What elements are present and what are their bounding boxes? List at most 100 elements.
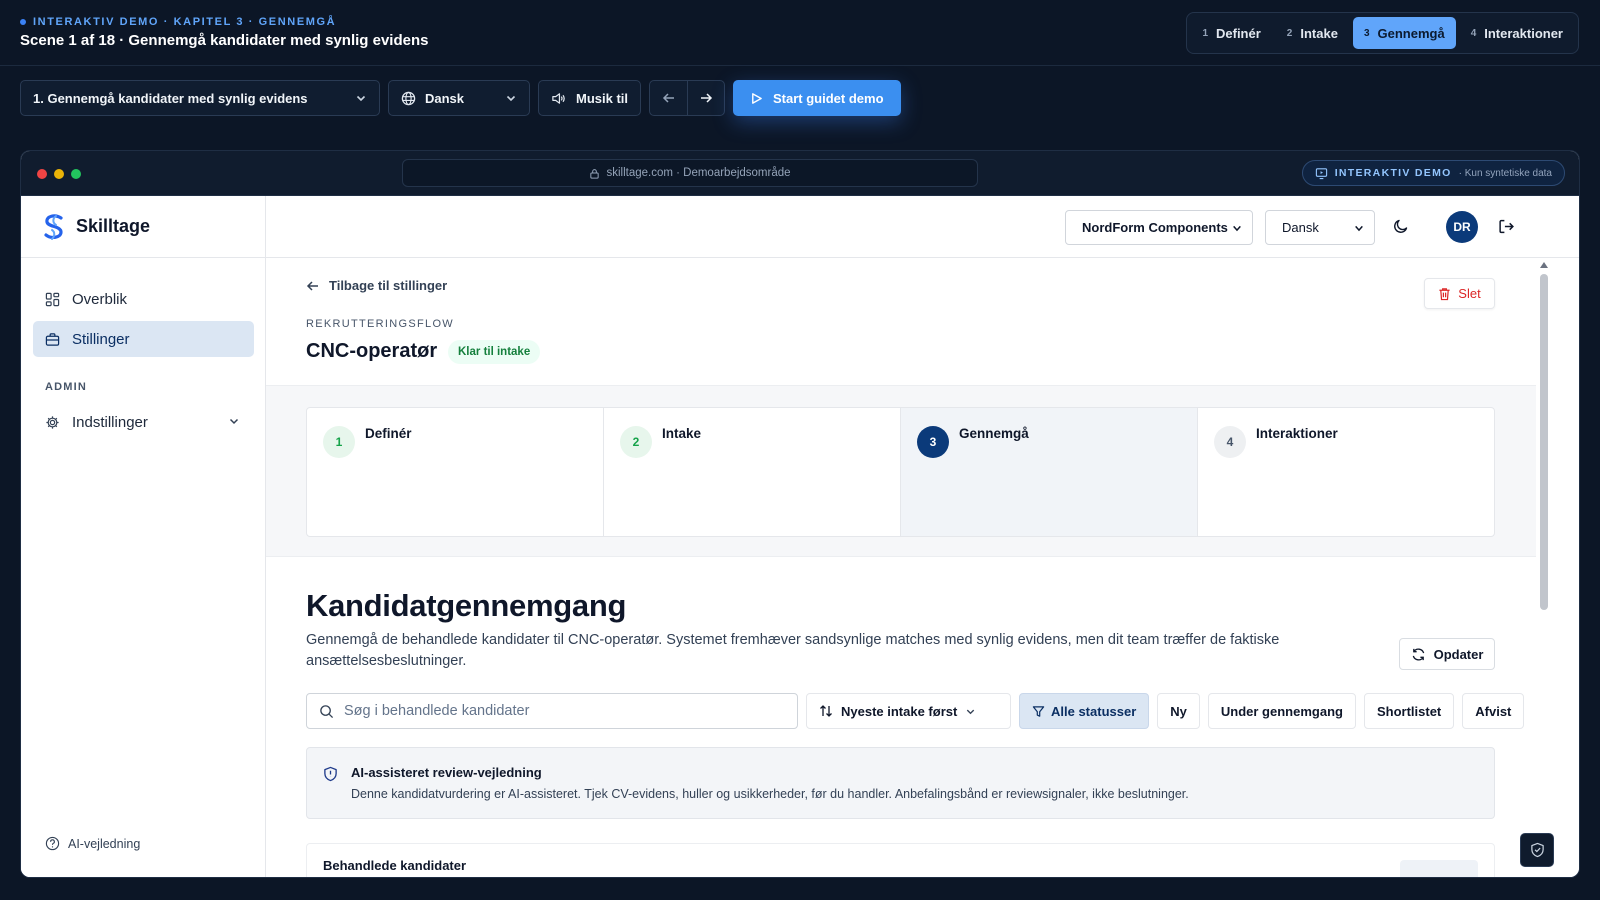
shield-check-icon — [1530, 842, 1544, 858]
chapter-tab-2[interactable]: 2 Intake — [1276, 17, 1349, 49]
ai-guide-link[interactable]: AI-vejledning — [45, 836, 140, 851]
trash-icon — [1439, 287, 1450, 300]
filter-new[interactable]: Ny — [1157, 693, 1200, 729]
status-badge: Klar til intake — [448, 340, 541, 364]
step-number: 2 — [620, 426, 652, 458]
step-number: 4 — [1214, 426, 1246, 458]
sidebar-item-overview[interactable]: Overblik — [33, 281, 254, 317]
organization-select[interactable]: NordForm Components — [1065, 210, 1253, 245]
step-interactions[interactable]: 4 Interaktioner — [1198, 408, 1494, 536]
browser-chrome: skilltage.com · Demoarbejdsområde INTERA… — [21, 151, 1579, 196]
logout-icon — [1499, 219, 1514, 234]
ai-guidance-title: AI-assisteret review-vejledning — [351, 765, 542, 780]
chapter-tab-1[interactable]: 1 Definér — [1191, 17, 1271, 49]
theme-toggle-button[interactable] — [1393, 218, 1409, 234]
ai-guidance-text: Denne kandidatvurdering er AI-assisteret… — [351, 787, 1189, 801]
refresh-button[interactable]: Opdater — [1399, 638, 1495, 670]
chevron-down-icon — [229, 418, 239, 425]
arrow-right-icon — [701, 93, 713, 103]
search-box — [306, 693, 798, 729]
step-label: Gennemgå — [959, 426, 1029, 441]
gear-icon — [46, 415, 59, 429]
sidebar-item-settings[interactable]: Indstillinger — [33, 404, 254, 440]
maximize-dot[interactable] — [71, 169, 81, 179]
dashboard-icon — [45, 292, 60, 306]
prev-scene-button[interactable] — [650, 81, 687, 115]
help-circle-icon — [45, 836, 60, 851]
ai-guidance-notice: AI-assisteret review-vejledning Denne ka… — [306, 747, 1495, 819]
scrollbar-thumb[interactable] — [1540, 274, 1548, 610]
chevron-down-icon — [1233, 225, 1241, 231]
address-bar[interactable]: skilltage.com · Demoarbejdsområde — [402, 159, 978, 187]
chevron-down-icon — [356, 95, 366, 102]
brand[interactable]: Skilltage — [21, 196, 265, 258]
processed-candidates-title: Behandlede kandidater — [323, 858, 467, 873]
monitor-icon — [1315, 167, 1327, 179]
step-define[interactable]: 1 Definér — [307, 408, 604, 536]
start-guided-demo-button[interactable]: Start guidet demo — [733, 80, 901, 116]
avatar[interactable]: DR — [1446, 211, 1478, 243]
lock-icon — [590, 168, 600, 179]
speaker-icon — [552, 92, 565, 104]
skilltage-logo-icon — [44, 213, 63, 240]
chevron-down-icon — [967, 709, 975, 714]
scene-select[interactable]: 1. Gennemgå kandidater med synlig eviden… — [20, 80, 380, 116]
sidebar: Skilltage Overblik Stillinger ADMIN Inds… — [21, 196, 266, 877]
step-review[interactable]: 3 Gennemgå — [901, 408, 1198, 536]
demo-eyebrow: INTERAKTIV DEMO · KAPITEL 3 · GENNEMGÅ — [20, 16, 336, 28]
delete-button[interactable]: Slet — [1424, 278, 1495, 309]
review-description: Gennemgå de behandlede kandidater til CN… — [306, 632, 1280, 669]
main-content: Tilbage til stillinger Slet REKRUTTERING… — [266, 258, 1536, 877]
chapter-tabs: 1 Definér 2 Intake 3 Gennemgå 4 Interaktione… — [1186, 12, 1579, 54]
demo-badge: INTERAKTIV DEMO · Kun syntetiske data — [1301, 160, 1565, 186]
card-action-button[interactable] — [1400, 860, 1478, 877]
scene-nav — [649, 80, 726, 116]
briefcase-icon — [45, 332, 60, 346]
sidebar-item-positions[interactable]: Stillinger — [33, 321, 254, 357]
step-label: Interaktioner — [1256, 426, 1338, 441]
browser-window: skilltage.com · Demoarbejdsområde INTERA… — [20, 150, 1580, 878]
logout-button[interactable] — [1498, 218, 1515, 235]
back-to-positions-link[interactable]: Tilbage til stillinger — [306, 278, 447, 293]
filter-under-review[interactable]: Under gennemgang — [1207, 693, 1356, 729]
filter-icon — [1032, 705, 1045, 717]
filter-rejected[interactable]: Afvist — [1462, 693, 1525, 729]
window-controls — [37, 169, 81, 179]
play-icon — [752, 92, 762, 104]
search-input[interactable] — [344, 703, 774, 719]
chevron-down-icon — [1355, 225, 1363, 231]
privacy-shield-button[interactable] — [1520, 833, 1554, 867]
scene-title: Scene 1 af 18 · Gennemgå kandidater med … — [20, 32, 429, 49]
admin-section-label: ADMIN — [45, 381, 88, 393]
step-intake[interactable]: 2 Intake — [604, 408, 901, 536]
chevron-down-icon — [506, 95, 516, 102]
scroll-up-arrow[interactable] — [1540, 262, 1548, 268]
language-select[interactable]: Dansk — [1265, 210, 1375, 245]
search-icon — [320, 704, 334, 718]
demo-language-select[interactable]: Dansk — [388, 80, 530, 116]
close-dot[interactable] — [37, 169, 47, 179]
processed-candidates-card: Behandlede kandidater — [306, 843, 1495, 877]
refresh-icon — [1412, 647, 1424, 661]
step-number: 3 — [917, 426, 949, 458]
demo-controls: 1. Gennemgå kandidater med synlig eviden… — [20, 80, 901, 116]
status-dot — [20, 19, 26, 25]
sort-select[interactable]: Nyeste intake først — [806, 693, 1011, 729]
filter-shortlisted[interactable]: Shortlistet — [1363, 693, 1455, 729]
step-number: 1 — [323, 426, 355, 458]
chapter-tab-4[interactable]: 4 Interaktioner — [1460, 17, 1574, 49]
page-title: CNC-operatør — [306, 340, 438, 362]
moon-icon — [1394, 219, 1408, 233]
step-label: Intake — [662, 426, 702, 441]
main-scrollbar[interactable] — [1536, 258, 1552, 877]
music-toggle[interactable]: Musik til — [538, 80, 642, 116]
minimize-dot[interactable] — [54, 169, 64, 179]
review-heading: Kandidatgennemgang — [306, 588, 627, 623]
step-label: Definér — [365, 426, 412, 441]
app-header: NordForm Components Dansk DR — [266, 196, 1579, 258]
filter-all-statuses[interactable]: Alle statusser — [1019, 693, 1150, 729]
chapter-tab-3[interactable]: 3 Gennemgå — [1352, 17, 1456, 49]
next-scene-button[interactable] — [687, 81, 724, 115]
steps-band: 1 Definér 2 Intake 3 Gennemgå 4 Interaktione… — [266, 385, 1536, 557]
sort-arrows-icon — [820, 705, 832, 717]
